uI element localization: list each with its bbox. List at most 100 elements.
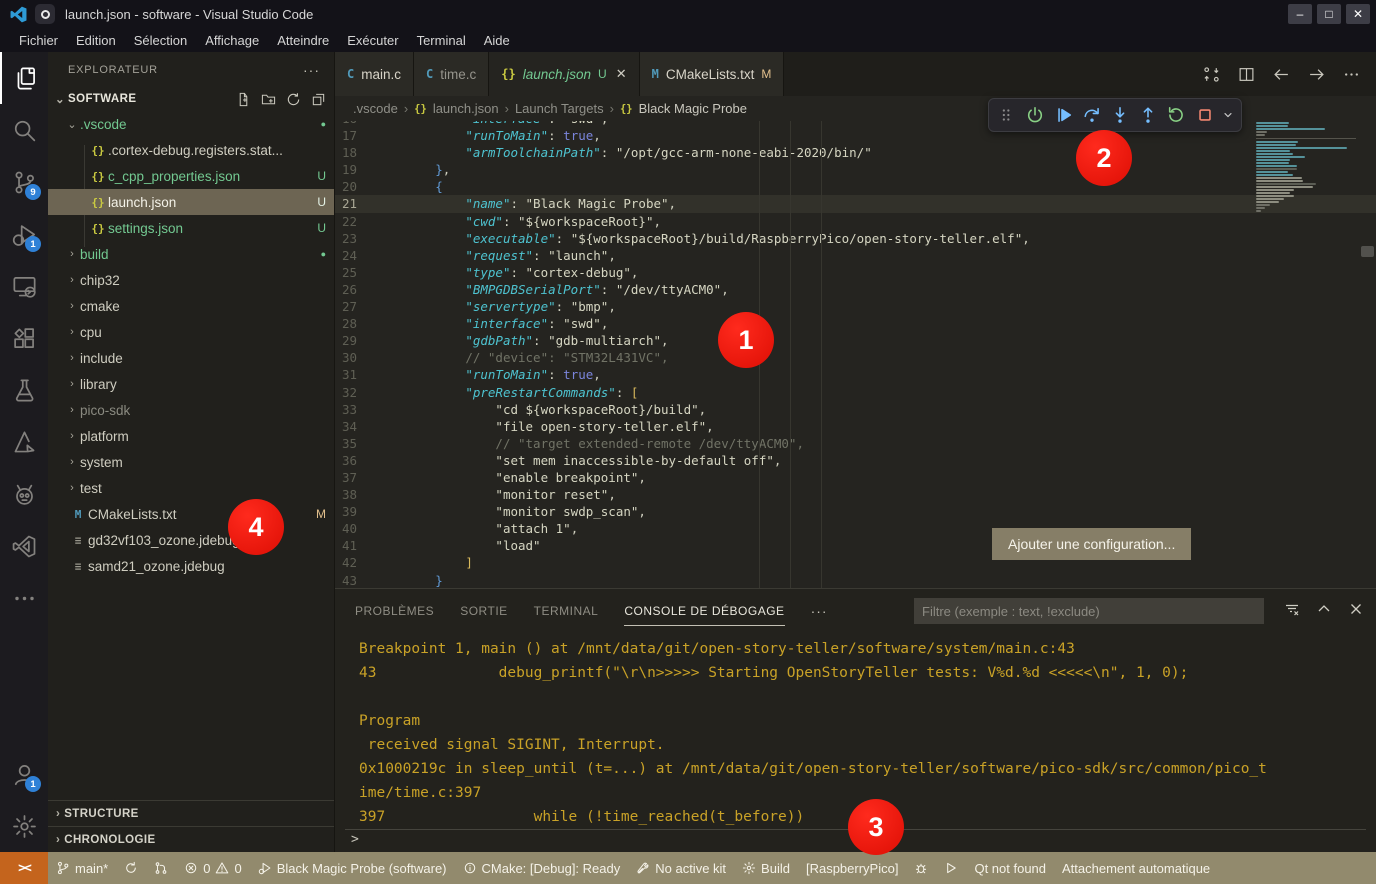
code-line[interactable]: 40 "attach 1", [335, 520, 1376, 537]
status-item-build[interactable]: Build [734, 852, 798, 884]
code-line[interactable]: 28 "interface": "swd", [335, 315, 1376, 332]
step-out-icon[interactable] [1136, 102, 1160, 129]
maximize-panel-icon[interactable] [1316, 601, 1332, 617]
tree-item-cpu[interactable]: ›cpu [48, 319, 334, 345]
restart-icon[interactable] [1164, 102, 1188, 129]
breadcrumb-item[interactable]: Launch Targets [515, 101, 604, 116]
close-tab-icon[interactable]: ✕ [616, 66, 627, 82]
tree-item-gd32vf103-ozone-jdebug[interactable]: ≡gd32vf103_ozone.jdebug [48, 527, 334, 553]
clear-filter-icon[interactable] [1284, 601, 1300, 617]
menu-item-aide[interactable]: Aide [475, 30, 519, 51]
remote-indicator[interactable]: >< [0, 852, 48, 884]
close-button[interactable]: ✕ [1346, 4, 1370, 24]
code-line[interactable]: 29 "gdbPath": "gdb-multiarch", [335, 332, 1376, 349]
tree-item-pico-sdk[interactable]: ›pico-sdk [48, 397, 334, 423]
tab-time-c[interactable]: Ctime.c [414, 52, 489, 96]
menu-item-affichage[interactable]: Affichage [196, 30, 268, 51]
step-over-icon[interactable] [1080, 102, 1104, 129]
tree-item-build[interactable]: ›build● [48, 241, 334, 267]
code-editor[interactable]: 16 "interface": "swd",17 "runToMain": tr… [335, 121, 1376, 588]
tab-cmakelists-txt[interactable]: MCMakeLists.txtM [640, 52, 785, 96]
code-line[interactable]: 27 "servertype": "bmp", [335, 298, 1376, 315]
stop-menu-icon[interactable] [1221, 102, 1235, 129]
tree-item-chip32[interactable]: ›chip32 [48, 267, 334, 293]
status-item-main-[interactable]: main* [48, 852, 116, 884]
code-line[interactable]: 20 { [335, 178, 1376, 195]
new-file-icon[interactable] [236, 92, 251, 107]
tab-main-c[interactable]: Cmain.c [335, 52, 414, 96]
minimize-button[interactable]: – [1288, 4, 1312, 24]
tree-item-cmakelists-txt[interactable]: MCMakeLists.txtM [48, 501, 334, 527]
code-line[interactable]: 36 "set mem inaccessible-by-default off"… [335, 452, 1376, 469]
status-item[interactable] [116, 852, 146, 884]
tree-item-c-cpp-properties-json[interactable]: {}c_cpp_properties.jsonU [48, 163, 334, 189]
explorer-icon[interactable] [0, 52, 48, 104]
status-item-black-magic-probe-software-[interactable]: Black Magic Probe (software) [250, 852, 455, 884]
code-line[interactable]: 33 "cd ${workspaceRoot}/build", [335, 401, 1376, 418]
code-line[interactable]: 30 // "device": "STM32L431VC", [335, 349, 1376, 366]
power-icon[interactable] [1023, 102, 1047, 129]
section-structure[interactable]: ›STRUCTURE [48, 800, 334, 826]
tree-item--cortex-debug-registers-stat-[interactable]: {}.cortex-debug.registers.stat... [48, 137, 334, 163]
menu-item-sélection[interactable]: Sélection [125, 30, 196, 51]
new-folder-icon[interactable] [261, 92, 276, 107]
platformio-icon[interactable] [0, 468, 48, 520]
status-item--raspberrypico-[interactable]: [RaspberryPico] [798, 852, 906, 884]
code-line[interactable]: 35 // "target extended-remote /dev/ttyAC… [335, 435, 1376, 452]
code-line[interactable]: 41 "load" [335, 537, 1376, 554]
breadcrumb-item[interactable]: launch.json [433, 101, 499, 116]
code-line[interactable]: 34 "file open-story-teller.elf", [335, 418, 1376, 435]
code-line[interactable]: 23 "executable": "${workspaceRoot}/build… [335, 230, 1376, 247]
continue-icon[interactable] [1051, 102, 1075, 129]
status-item[interactable] [936, 852, 966, 884]
code-line[interactable]: 38 "monitor reset", [335, 486, 1376, 503]
tree-item-samd21-ozone-jdebug[interactable]: ≡samd21_ozone.jdebug [48, 553, 334, 579]
go-forward-icon[interactable] [1308, 66, 1325, 83]
status-item-0[interactable]: 00 [176, 852, 249, 884]
section-chronologie[interactable]: ›CHRONOLOGIE [48, 826, 334, 852]
step-into-icon[interactable] [1108, 102, 1132, 129]
maximize-button[interactable]: □ [1317, 4, 1341, 24]
more-icon[interactable] [0, 572, 48, 624]
close-panel-icon[interactable] [1348, 601, 1364, 617]
tree-item-platform[interactable]: ›platform [48, 423, 334, 449]
search-icon[interactable] [0, 104, 48, 156]
code-line[interactable]: 18 "armToolchainPath": "/opt/gcc-arm-non… [335, 144, 1376, 161]
code-line[interactable]: 32 "preRestartCommands": [ [335, 384, 1376, 401]
debug-console-filter-input[interactable] [914, 598, 1264, 624]
status-item[interactable] [146, 852, 176, 884]
tree-item-library[interactable]: ›library [48, 371, 334, 397]
tree-item-cmake[interactable]: ›cmake [48, 293, 334, 319]
split-editor-icon[interactable] [1238, 66, 1255, 83]
status-item-qt-not-found[interactable]: Qt not found [966, 852, 1054, 884]
tree-item-launch-json[interactable]: {}launch.jsonU [48, 189, 334, 215]
run-and-debug-icon[interactable]: 1 [0, 208, 48, 260]
add-configuration-button[interactable]: Ajouter une configuration... [992, 528, 1191, 560]
panel-more-icon[interactable]: ··· [811, 603, 828, 619]
menu-item-edition[interactable]: Edition [67, 30, 125, 51]
panel-tab-probl-mes[interactable]: PROBLÈMES [355, 596, 434, 626]
cmake-tools-icon[interactable] [0, 416, 48, 468]
drag-handle-icon[interactable] [995, 102, 1019, 129]
remote-explorer-icon[interactable] [0, 260, 48, 312]
go-back-icon[interactable] [1273, 66, 1290, 83]
menu-item-terminal[interactable]: Terminal [408, 30, 475, 51]
editor-scrollbar-thumb[interactable] [1361, 246, 1374, 257]
visual-studio-icon[interactable] [0, 520, 48, 572]
menu-item-atteindre[interactable]: Atteindre [268, 30, 338, 51]
refresh-icon[interactable] [286, 92, 301, 107]
source-control-icon[interactable]: 9 [0, 156, 48, 208]
status-item[interactable] [906, 852, 936, 884]
panel-tab-sortie[interactable]: SORTIE [460, 596, 507, 626]
collapse-all-icon[interactable] [311, 92, 326, 107]
breadcrumb-item[interactable]: .vscode [353, 101, 398, 116]
tree-item-test[interactable]: ›test [48, 475, 334, 501]
account-icon[interactable]: 1 [0, 748, 48, 800]
tree-item-settings-json[interactable]: {}settings.jsonU [48, 215, 334, 241]
code-line[interactable]: 25 "type": "cortex-debug", [335, 264, 1376, 281]
menu-item-exécuter[interactable]: Exécuter [338, 30, 407, 51]
code-line[interactable]: 19 }, [335, 161, 1376, 178]
code-line[interactable]: 39 "monitor swdp_scan", [335, 503, 1376, 520]
code-line[interactable]: 43 } [335, 572, 1376, 588]
code-line[interactable]: 22 "cwd": "${workspaceRoot}", [335, 213, 1376, 230]
